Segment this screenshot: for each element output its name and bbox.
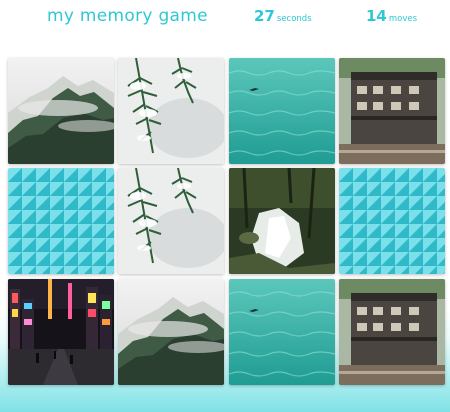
card-wooden-building[interactable]: [339, 58, 445, 164]
timer-unit: seconds: [276, 14, 312, 24]
card-misty-mountain[interactable]: [118, 279, 224, 385]
misty-mountain-image: [118, 279, 224, 385]
card-back-pattern: [8, 168, 114, 274]
timer: 27 seconds: [254, 6, 312, 25]
card-city-night-street[interactable]: [8, 279, 114, 385]
timer-value: 27: [254, 7, 275, 25]
card-misty-mountain[interactable]: [8, 58, 114, 164]
card-back-pattern: [339, 168, 445, 274]
card-face-down[interactable]: [8, 168, 114, 274]
card-forest-waterfall[interactable]: [229, 168, 335, 274]
card-snowy-pine[interactable]: [118, 168, 224, 274]
wooden-building-image: [339, 58, 445, 164]
turquoise-sea-image: [229, 279, 335, 385]
card-turquoise-sea[interactable]: [229, 279, 335, 385]
game-board: [8, 58, 446, 386]
card-face-down[interactable]: [339, 168, 445, 274]
moves-value: 14: [366, 7, 387, 25]
misty-mountain-image: [8, 58, 114, 164]
move-counter: 14 moves: [366, 6, 417, 25]
city-night-street-image: [8, 279, 114, 385]
snowy-pine-image: [118, 168, 224, 274]
forest-waterfall-image: [229, 168, 335, 274]
card-wooden-building[interactable]: [339, 279, 445, 385]
wooden-building-image: [339, 279, 445, 385]
moves-unit: moves: [388, 14, 418, 24]
game-header: my memory game 27 seconds 14 moves: [0, 0, 450, 38]
snowy-pine-image: [118, 58, 224, 164]
card-turquoise-sea[interactable]: [229, 58, 335, 164]
turquoise-sea-image: [229, 58, 335, 164]
card-snowy-pine[interactable]: [118, 58, 224, 164]
game-title: my memory game: [47, 6, 208, 26]
